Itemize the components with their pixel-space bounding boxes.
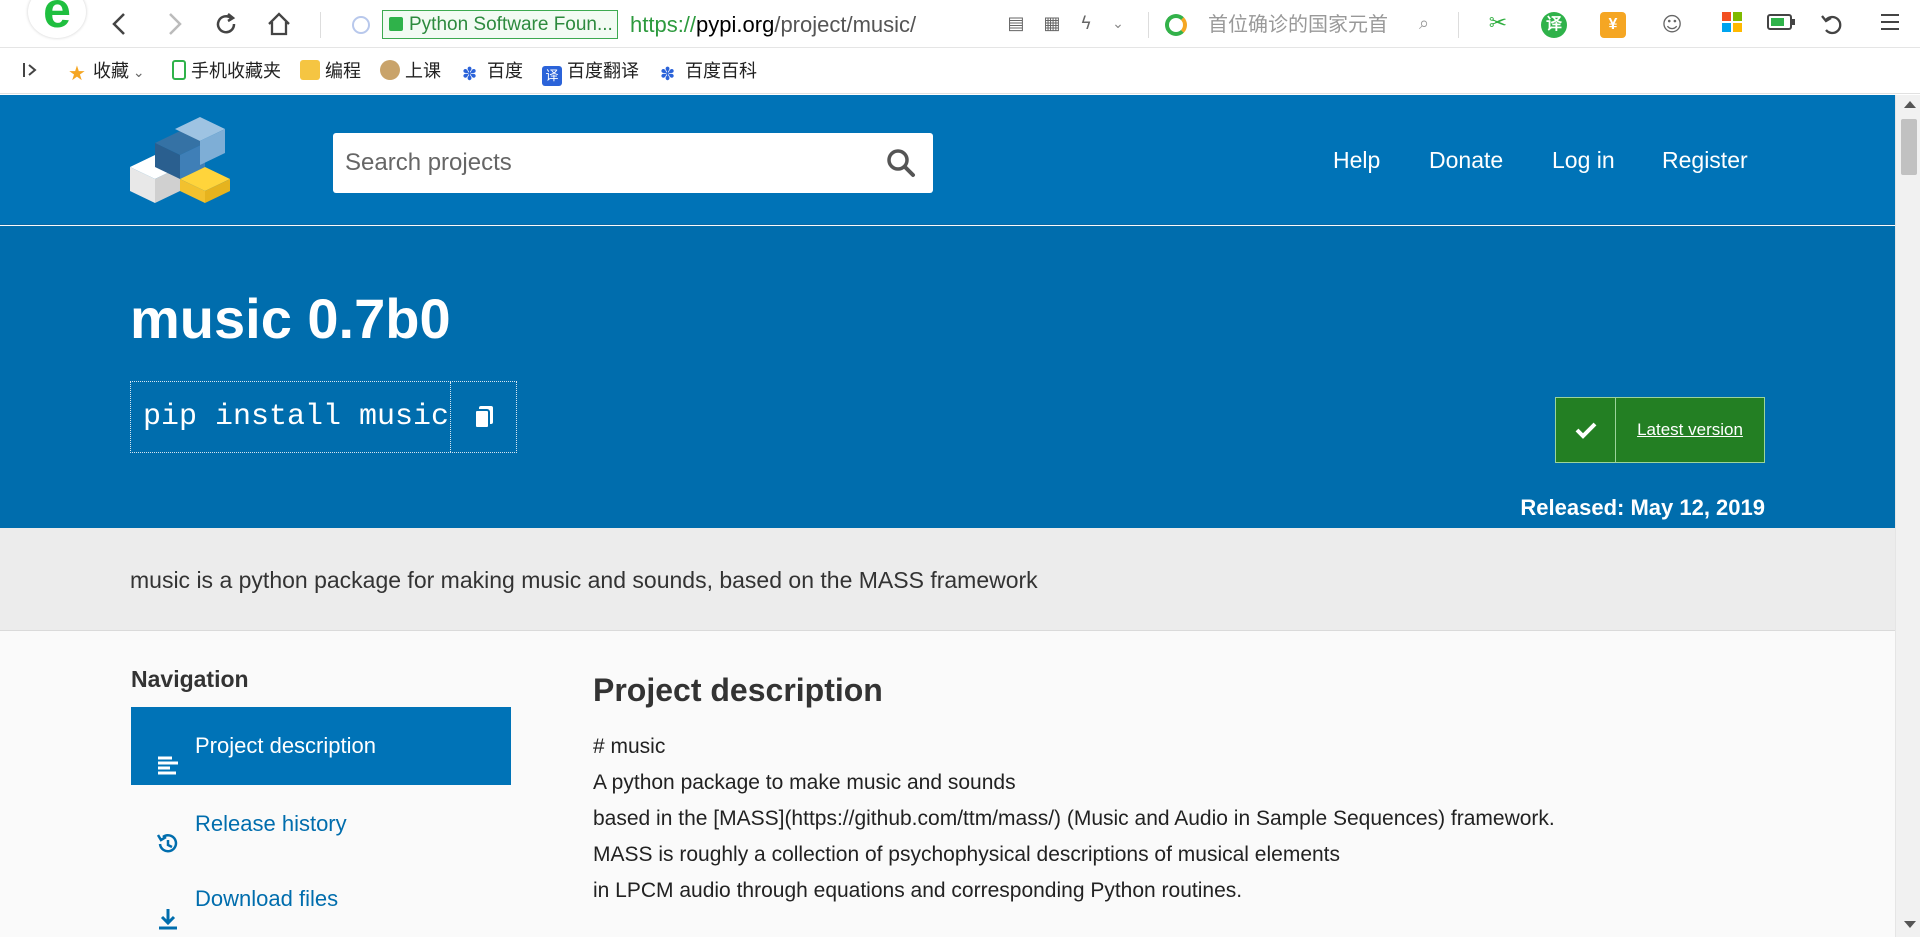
copy-icon[interactable] (451, 382, 516, 452)
sidebar-item-label: Project description (195, 733, 376, 758)
browser-toolbar: e Python Software Foun... https://pypi.o… (0, 0, 1920, 48)
baidu-paw-icon: ✽ (660, 64, 676, 84)
scroll-up-icon[interactable] (1904, 101, 1916, 108)
description-line: in LPCM audio through equations and corr… (593, 879, 1243, 902)
toolbar-divider (1148, 12, 1149, 38)
shield-ext-icon[interactable]: ¥ (1600, 12, 1626, 38)
main-content: Navigation Project description Release h… (0, 632, 1895, 937)
bookmark-folder-programming[interactable]: 编程 (300, 60, 361, 82)
baidu-paw-icon: ✽ (462, 64, 478, 84)
site-info-icon[interactable] (352, 16, 370, 34)
sidebar-toggle-icon[interactable] (20, 60, 40, 82)
lightning-icon[interactable]: ϟ (1072, 10, 1100, 38)
undo-icon[interactable] (1818, 10, 1846, 38)
history-icon (155, 811, 181, 853)
nav-register[interactable]: Register (1662, 145, 1748, 175)
web-page: Help Donate Log in Register music 0.7b0 … (0, 95, 1895, 937)
sidebar-item-label: Release history (195, 811, 347, 836)
sidebar-item-download-files[interactable]: Download files (131, 860, 511, 937)
reader-mode-icon[interactable]: ▤ (1002, 10, 1030, 38)
star-icon: ★ (68, 63, 86, 85)
translate-icon: 译 (542, 66, 562, 86)
page-scrollbar[interactable] (1895, 95, 1920, 937)
bookmarks-bar: ★ 收藏 ⌄ 手机收藏夹 编程 上课 ✽ 百度 译百度翻译 ✽ 百度百科 (0, 48, 1920, 94)
scissors-icon[interactable]: ✂ (1484, 10, 1512, 38)
battery-icon[interactable] (1766, 10, 1795, 38)
url-host: pypi.org (696, 12, 775, 37)
forward-icon[interactable] (160, 10, 188, 38)
package-summary-bar: music is a python package for making mus… (0, 528, 1895, 631)
home-icon[interactable] (265, 10, 293, 38)
qr-code-icon[interactable]: ▦ (1038, 10, 1066, 38)
menu-icon[interactable] (1876, 10, 1904, 38)
checkmark-icon (1556, 398, 1616, 462)
site-header: Help Donate Log in Register (0, 95, 1895, 225)
back-icon[interactable] (106, 10, 134, 38)
latest-version-button[interactable]: Latest version (1555, 397, 1765, 463)
url-scheme: https:// (630, 12, 697, 37)
browser-search-input[interactable]: 首位确诊的国家元首 (1208, 10, 1388, 40)
bookmark-mobile[interactable]: 手机收藏夹 (172, 60, 281, 82)
bookmark-baidu-translate[interactable]: 译百度翻译 (542, 60, 639, 86)
scroll-thumb[interactable] (1901, 119, 1917, 175)
latest-version-label: Latest version (1637, 420, 1743, 439)
lock-icon (389, 17, 403, 31)
description-line: MASS is roughly a collection of psychoph… (593, 843, 1341, 866)
pip-install-box: pip install music (130, 381, 517, 453)
pypi-logo-icon[interactable] (130, 117, 230, 203)
nav-help[interactable]: Help (1333, 145, 1380, 175)
security-label: Python Software Foun... (409, 14, 613, 35)
apps-icon[interactable] (1718, 10, 1746, 38)
phone-icon (172, 60, 186, 80)
browser-logo-icon[interactable]: e (28, 0, 86, 38)
chevron-down-icon: ⌄ (129, 64, 145, 80)
download-icon (155, 886, 181, 930)
url-path: /project/music/ (774, 12, 917, 37)
sidebar-item-release-history[interactable]: Release history (131, 785, 511, 863)
bookmark-baidu-baike[interactable]: ✽ 百度百科 (660, 60, 757, 84)
package-banner: music 0.7b0 pip install music Latest ver… (0, 226, 1895, 528)
align-left-icon (155, 733, 181, 775)
translate-ext-icon[interactable]: 译 (1541, 12, 1567, 38)
browser-search-icon[interactable]: ⌕ (1410, 10, 1438, 38)
folder-icon (300, 60, 320, 80)
refresh-icon[interactable] (212, 10, 240, 38)
description-line: # music (593, 735, 666, 758)
nav-donate[interactable]: Donate (1429, 145, 1503, 175)
security-badge[interactable]: Python Software Foun... (382, 10, 618, 39)
release-date: Released: May 12, 2019 (1520, 495, 1765, 520)
scroll-down-icon[interactable] (1904, 921, 1916, 928)
sidebar-item-label: Download files (195, 886, 339, 911)
search-icon[interactable] (881, 143, 921, 183)
description-line: based in the [MASS](https://github.com/t… (593, 807, 1555, 830)
bookmark-baidu[interactable]: ✽ 百度 (462, 60, 523, 84)
search-engine-icon[interactable] (1165, 14, 1187, 36)
bird-icon (380, 60, 400, 80)
description-line: A python package to make music and sound… (593, 771, 1016, 794)
project-search-input[interactable] (333, 133, 873, 193)
chevron-down-icon[interactable]: ⌄ (1104, 10, 1132, 38)
sidebar-title: Navigation (131, 666, 249, 692)
project-description-heading: Project description (593, 672, 883, 708)
package-title: music 0.7b0 (130, 287, 451, 350)
toolbar-divider (320, 12, 321, 38)
nav-login[interactable]: Log in (1552, 145, 1615, 175)
toolbar-divider (1458, 12, 1459, 38)
sidebar-item-project-description[interactable]: Project description (131, 707, 511, 785)
bookmark-favorites[interactable]: ★ 收藏 ⌄ (68, 60, 145, 85)
bookmark-class[interactable]: 上课 (380, 60, 441, 82)
pip-command[interactable]: pip install music (131, 382, 451, 452)
package-summary: music is a python package for making mus… (130, 567, 1038, 593)
address-bar[interactable]: https://pypi.org/project/music/ (630, 10, 916, 40)
project-search-box (333, 133, 933, 193)
game-icon[interactable]: ☺ (1658, 10, 1686, 38)
